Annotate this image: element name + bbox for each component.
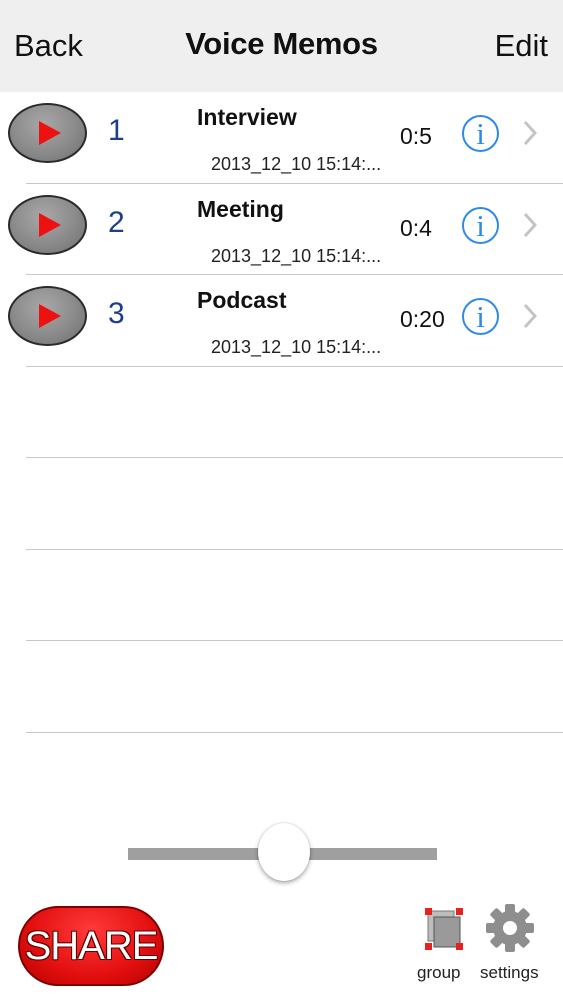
- play-button[interactable]: [8, 103, 87, 163]
- group-icon[interactable]: [424, 907, 464, 951]
- memo-title: Interview: [197, 104, 297, 130]
- memo-number: 1: [108, 114, 125, 147]
- play-icon: [39, 121, 61, 145]
- memo-date: 2013_12_10 15:14:...: [211, 246, 382, 266]
- info-icon[interactable]: i: [462, 207, 499, 244]
- gear-icon[interactable]: [485, 903, 535, 953]
- info-icon[interactable]: i: [462, 115, 499, 152]
- chevron-right-icon: [523, 212, 537, 238]
- memo-row[interactable]: 1 Interview 2013_12_10 15:14:... 0:5 i: [0, 92, 563, 183]
- play-icon: [39, 304, 61, 328]
- row-divider: [26, 366, 563, 367]
- play-button[interactable]: [8, 195, 87, 255]
- memo-duration: 0:20: [400, 306, 445, 332]
- memo-date: 2013_12_10 15:14:...: [211, 154, 382, 174]
- row-divider: [26, 457, 563, 458]
- memo-date: 2013_12_10 15:14:...: [211, 337, 382, 357]
- chevron-right-icon: [523, 120, 537, 146]
- nav-bar: Back Voice Memos Edit: [0, 0, 563, 92]
- memo-number: 3: [108, 297, 125, 330]
- settings-label: settings: [480, 963, 539, 982]
- edit-button[interactable]: Edit: [495, 28, 548, 64]
- play-button[interactable]: [8, 286, 87, 346]
- share-button[interactable]: SHARE: [18, 906, 164, 986]
- slider-thumb[interactable]: [258, 823, 310, 881]
- memo-duration: 0:5: [400, 123, 432, 149]
- memo-duration: 0:4: [400, 215, 432, 241]
- row-divider: [26, 549, 563, 550]
- memo-title: Podcast: [197, 287, 287, 313]
- memo-row[interactable]: 3 Podcast 2013_12_10 15:14:... 0:20 i: [0, 275, 563, 366]
- play-icon: [39, 213, 61, 237]
- page-title: Voice Memos: [185, 26, 378, 61]
- chevron-right-icon: [523, 303, 537, 329]
- memo-number: 2: [108, 206, 125, 239]
- group-label: group: [417, 963, 461, 982]
- row-divider: [26, 732, 563, 733]
- memo-row[interactable]: 2 Meeting 2013_12_10 15:14:... 0:4 i: [0, 184, 563, 275]
- row-divider: [26, 640, 563, 641]
- memo-title: Meeting: [197, 196, 284, 222]
- info-icon[interactable]: i: [462, 298, 499, 335]
